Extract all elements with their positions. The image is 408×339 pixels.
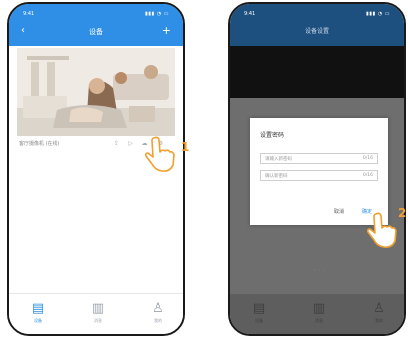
bottom-tab-bar: ▤ 设备 ▥ 消息 ♙ 我的: [9, 293, 183, 334]
tab-label: 设备: [34, 318, 42, 323]
field-counter: 0/16: [362, 156, 373, 161]
field-counter: 0/16: [362, 173, 373, 178]
status-icons: ▮▮▮ ◔ ▭: [365, 11, 390, 17]
video-area: [230, 46, 404, 98]
tap-hand-icon: [144, 136, 175, 172]
status-time: 9:41: [244, 11, 256, 17]
messages-icon: ▥: [91, 301, 105, 316]
tab-label: 我的: [154, 318, 162, 323]
profile-icon: ♙: [152, 301, 164, 316]
field-placeholder: 确认新密码: [265, 174, 288, 179]
page-title: 设备: [89, 28, 103, 36]
step-badge-1: 1: [181, 140, 190, 154]
status-bar: 9:41 ▮▮▮ ◔ ▭: [9, 4, 183, 24]
tab-profile: ♙ 我的: [364, 300, 394, 330]
playback-icon[interactable]: ▷: [127, 140, 134, 147]
set-password-dialog: 设置密码 请输入新密码 0/16 确认新密码 0/16 取消 确定: [250, 118, 388, 225]
status-icons: ▮▮▮ ◔ ▭: [144, 11, 169, 17]
tab-label: 消息: [94, 318, 102, 323]
devices-icon: ▤: [252, 301, 266, 316]
tab-devices: ▤ 设备: [244, 300, 274, 330]
camera-preview-card[interactable]: [17, 48, 175, 136]
add-device-icon[interactable]: +: [162, 24, 171, 37]
status-bar: 9:41 ▮▮▮ ◔ ▭: [230, 4, 404, 24]
right-phone-screen: 设备设置 9:41 ▮▮▮ ◔ ▭ 设置密码 请输入新密码 0/16 确认新密码…: [228, 2, 406, 336]
tab-profile[interactable]: ♙ 我的: [143, 300, 173, 330]
field-placeholder: 请输入新密码: [265, 157, 292, 162]
camera-name: 客厅摄像机 (在线): [19, 141, 60, 147]
status-time: 9:41: [23, 11, 35, 17]
tab-messages[interactable]: ▥ 消息: [83, 300, 113, 330]
confirm-password-field[interactable]: 确认新密码 0/16: [260, 170, 378, 181]
new-password-field[interactable]: 请输入新密码 0/16: [260, 153, 378, 164]
page-title: 设备设置: [304, 28, 329, 35]
tab-messages: ▥ 消息: [304, 300, 334, 330]
share-icon[interactable]: ⇪: [113, 140, 120, 147]
cancel-button[interactable]: 取消: [334, 208, 344, 215]
bottom-tab-bar: ▤ 设备 ▥ 消息 ♙ 我的: [230, 294, 404, 334]
tab-label: 我的: [375, 318, 383, 323]
tab-label: 设备: [255, 318, 263, 323]
dialog-title: 设置密码: [260, 132, 285, 139]
devices-icon: ▤: [31, 301, 45, 316]
loading-indicator: • • •: [312, 268, 326, 274]
tab-label: 消息: [315, 318, 323, 323]
profile-icon: ♙: [373, 301, 385, 316]
messages-icon: ▥: [312, 301, 326, 316]
step-badge-2: 2: [398, 206, 407, 220]
tab-devices[interactable]: ▤ 设备: [23, 300, 53, 330]
camera-snapshot-image: [17, 48, 175, 136]
